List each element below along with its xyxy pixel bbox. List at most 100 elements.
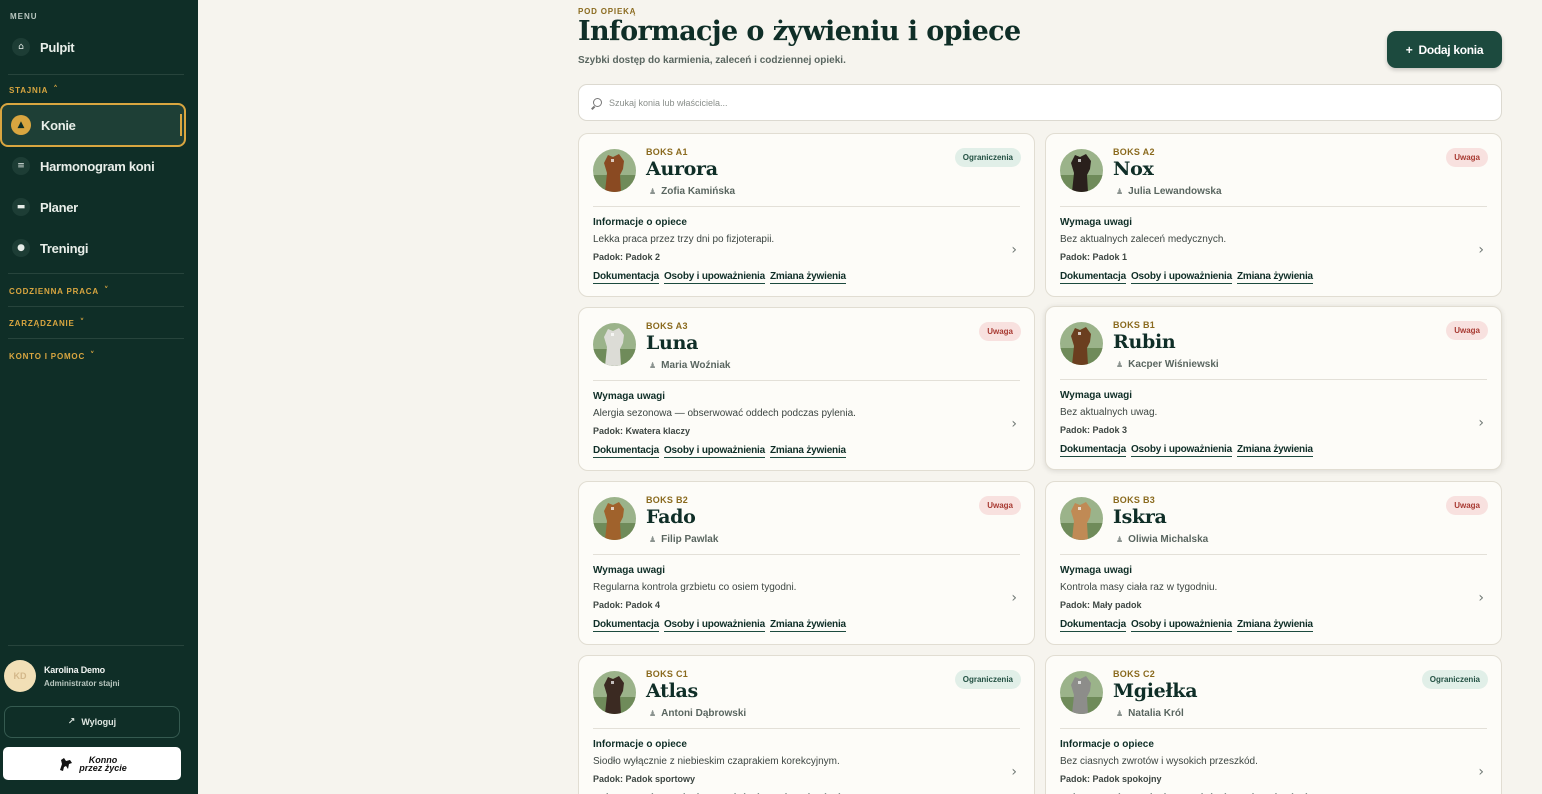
chevron-right-icon[interactable]: › [1478,764,1484,780]
horse-card[interactable]: BOKS A2 Nox ♟ Julia Lewandowska Uwaga Wy… [1045,133,1502,297]
horse-name: Atlas [646,680,698,702]
search-bar [578,84,1502,121]
feeding-change-link[interactable]: Zmiana żywienia [1236,619,1313,632]
owner: ♟ Filip Pawlak [649,534,718,545]
search-input[interactable] [609,97,1489,108]
plus-icon: + [1405,42,1413,57]
status-badge: Uwaga [979,322,1021,341]
divider [1060,206,1487,207]
box-code: BOKS B1 [1113,320,1156,330]
nav-item-trainings[interactable]: ● Treningi [8,231,184,265]
chevron-right-icon[interactable]: › [1011,764,1017,780]
documentation-link[interactable]: Dokumentacja [1060,444,1126,457]
nav-item-horse-schedule[interactable]: ≡ Harmonogram koni [8,149,184,183]
horse-photo [593,323,636,366]
section-daily-work-toggle[interactable]: CODZIENNA PRACA ˅ [9,286,109,296]
people-authorizations-link[interactable]: Osoby i upoważnienia [1130,271,1232,284]
horse-card[interactable]: BOKS C2 Mgiełka ♟ Natalia Król Ogranicze… [1045,655,1502,794]
brand-line-2: przez życie [79,762,127,773]
people-authorizations-link[interactable]: Osoby i upoważnienia [663,619,765,632]
divider [593,380,1020,381]
paddock: Padok: Padok 4 [593,600,661,610]
nav-item-dashboard[interactable]: ⌂ Pulpit [8,30,184,64]
feeding-change-link[interactable]: Zmiana żywienia [1236,444,1313,457]
owner-name: Zofia Kamińska [661,186,736,197]
nav-item-horses[interactable]: ▲ Konie [0,103,186,147]
chevron-right-icon[interactable]: › [1478,590,1484,606]
card-links: Dokumentacja Osoby i upoważnienia Zmiana… [593,619,846,632]
box-code: BOKS A1 [646,147,688,157]
people-authorizations-link[interactable]: Osoby i upoważnienia [663,445,765,458]
horse-icon: ▲ [11,115,31,135]
care-text: Alergia sezonowa — obserwować oddech pod… [593,408,856,419]
horse-card[interactable]: BOKS A3 Luna ♟ Maria Woźniak Uwaga Wymag… [578,307,1035,471]
people-authorizations-link[interactable]: Osoby i upoważnienia [1130,444,1232,457]
feeding-change-link[interactable]: Zmiana żywienia [769,271,846,284]
documentation-link[interactable]: Dokumentacja [593,619,659,632]
status-badge: Uwaga [1446,148,1488,167]
box-code: BOKS B2 [646,495,689,505]
horse-name: Fado [646,506,696,528]
documentation-link[interactable]: Dokumentacja [593,445,659,458]
paddock: Padok: Padok sportowy [593,774,696,784]
page-title: Informacje o żywieniu i opiece [578,16,1021,47]
owner: ♟ Maria Woźniak [649,360,730,371]
chevron-down-icon: ˅ [79,318,85,328]
person-icon: ♟ [649,187,657,196]
horse-photo [593,149,636,192]
care-text: Bez aktualnych zaleceń medycznych. [1060,234,1227,245]
chevron-right-icon[interactable]: › [1011,416,1017,432]
feeding-change-link[interactable]: Zmiana żywienia [769,619,846,632]
divider [8,645,184,646]
chevron-down-icon: ˅ [90,351,96,361]
owner-name: Maria Woźniak [661,360,731,371]
owner-name: Natalia Król [1128,708,1184,719]
horse-card[interactable]: BOKS C1 Atlas ♟ Antoni Dąbrowski Ogranic… [578,655,1035,794]
horse-name: Iskra [1113,506,1167,528]
box-code: BOKS C1 [646,669,689,679]
box-code: BOKS C2 [1113,669,1156,679]
chevron-right-icon[interactable]: › [1011,590,1017,606]
box-code: BOKS A2 [1113,147,1155,157]
section-stable-toggle[interactable]: STAJNIA ˄ [9,85,59,95]
calendar-icon: ▬ [12,198,30,216]
nav-item-label: Harmonogram koni [40,158,155,174]
chevron-right-icon[interactable]: › [1478,415,1484,431]
section-label: STAJNIA [9,85,49,95]
search-icon [593,98,602,107]
owner: ♟ Kacper Wiśniewski [1116,359,1219,370]
people-authorizations-link[interactable]: Osoby i upoważnienia [663,271,765,284]
page-subtitle: Szybki dostęp do karmienia, zaleceń i co… [578,55,846,66]
horse-card[interactable]: BOKS B3 Iskra ♟ Oliwia Michalska Uwaga W… [1045,481,1502,645]
care-title: Wymaga uwagi [1060,565,1133,576]
horse-card[interactable]: BOKS B1 Rubin ♟ Kacper Wiśniewski Uwaga … [1045,306,1502,470]
owner: ♟ Julia Lewandowska [1116,186,1222,197]
divider [1060,379,1487,380]
feeding-change-link[interactable]: Zmiana żywienia [769,445,846,458]
status-badge: Ograniczenia [954,670,1021,689]
horse-name: Luna [646,332,699,354]
documentation-link[interactable]: Dokumentacja [593,271,659,284]
horse-card[interactable]: BOKS B2 Fado ♟ Filip Pawlak Uwaga Wymaga… [578,481,1035,645]
owner-name: Oliwia Michalska [1128,534,1209,545]
horse-photo [593,497,636,540]
person-icon: ♟ [1116,360,1124,369]
feeding-change-link[interactable]: Zmiana żywienia [1236,271,1313,284]
chevron-right-icon[interactable]: › [1011,242,1017,258]
care-text: Lekka praca przez trzy dni po fizjoterap… [593,234,775,245]
card-links: Dokumentacja Osoby i upoważnienia Zmiana… [593,445,846,458]
documentation-link[interactable]: Dokumentacja [1060,619,1126,632]
chevron-right-icon[interactable]: › [1478,242,1484,258]
people-authorizations-link[interactable]: Osoby i upoważnienia [1130,619,1232,632]
card-links: Dokumentacja Osoby i upoważnienia Zmiana… [1060,444,1313,457]
section-account-toggle[interactable]: KONTO I POMOC ˅ [9,351,95,361]
section-management-toggle[interactable]: ZARZĄDZANIE ˅ [9,318,85,328]
documentation-link[interactable]: Dokumentacja [1060,271,1126,284]
care-title: Wymaga uwagi [1060,390,1133,401]
nav-item-planner[interactable]: ▬ Planer [8,190,184,224]
horse-card[interactable]: BOKS A1 Aurora ♟ Zofia Kamińska Ogranicz… [578,133,1035,297]
care-title: Informacje o opiece [593,739,687,750]
add-horse-button[interactable]: + Dodaj konia [1387,31,1502,68]
person-icon: ♟ [1116,535,1124,544]
logout-button[interactable]: ↗ Wyloguj [4,706,180,738]
